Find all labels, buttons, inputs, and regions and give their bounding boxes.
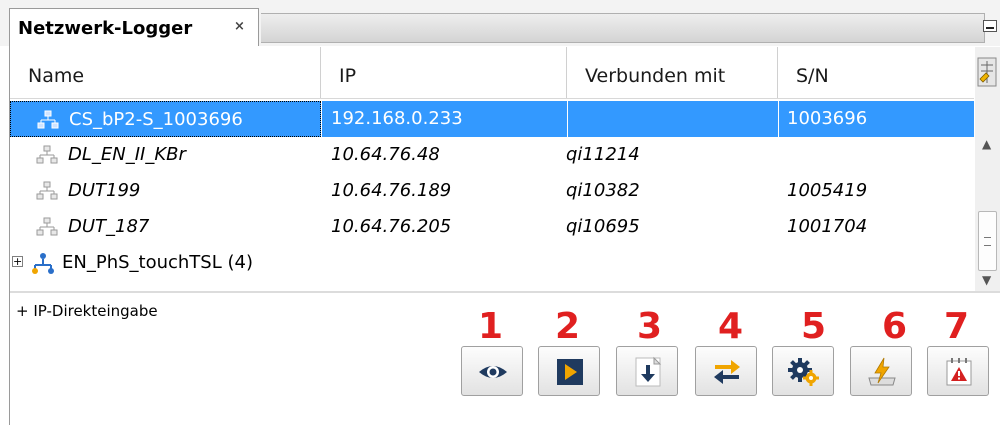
sn-cell: 1003696 bbox=[787, 108, 868, 129]
vertical-scrollbar[interactable]: ▲ ▼ bbox=[975, 47, 1000, 291]
gear-icon bbox=[788, 358, 819, 386]
table-row[interactable]: DL_EN_II_KBr 10.64.76.48 qi11214 bbox=[10, 137, 974, 173]
tab-strip-bar bbox=[261, 13, 985, 43]
name-cell: DL_EN_II_KBr bbox=[10, 137, 321, 173]
annotation-number-1: 1 bbox=[478, 306, 504, 347]
scroll-down-icon[interactable]: ▼ bbox=[982, 273, 991, 287]
tab-netzwerk-logger[interactable]: Netzwerk-Logger × bbox=[9, 8, 259, 46]
sn-cell: 1001704 bbox=[787, 216, 868, 237]
eye-icon bbox=[479, 366, 507, 378]
annotation-number-6: 6 bbox=[882, 306, 908, 347]
network-device-icon bbox=[36, 145, 58, 164]
transfer-button[interactable] bbox=[695, 346, 757, 396]
annotation-number-5: 5 bbox=[801, 306, 827, 347]
view-button[interactable] bbox=[461, 346, 523, 396]
annotation-number-7: 7 bbox=[944, 306, 970, 347]
swap-icon bbox=[714, 360, 740, 384]
column-config-icon[interactable] bbox=[977, 57, 997, 87]
annotation-number-4: 4 bbox=[718, 306, 744, 347]
flash-icon bbox=[868, 357, 896, 386]
cell-divider bbox=[778, 101, 779, 137]
network-device-icon bbox=[36, 217, 58, 236]
ip-cell: 10.64.76.205 bbox=[331, 216, 452, 237]
ip-cell: 10.64.76.48 bbox=[331, 144, 440, 165]
start-button[interactable] bbox=[538, 346, 600, 396]
device-name: DUT199 bbox=[68, 180, 141, 201]
cell-divider bbox=[567, 101, 568, 137]
column-header-connected[interactable]: Verbunden mit bbox=[567, 47, 778, 99]
device-name: DUT_187 bbox=[68, 216, 150, 237]
alarm-icon bbox=[946, 358, 972, 386]
network-device-icon bbox=[37, 110, 59, 129]
table-row[interactable]: DUT_187 10.64.76.205 qi10695 1001704 bbox=[10, 209, 974, 245]
column-header-name[interactable]: Name bbox=[10, 47, 321, 99]
network-device-icon bbox=[36, 181, 58, 200]
ip-cell: 192.168.0.233 bbox=[331, 108, 463, 129]
name-cell: CS_bP2-S_1003696 bbox=[10, 101, 321, 137]
tab-title: Netzwerk-Logger bbox=[18, 18, 193, 39]
name-cell: DUT199 bbox=[10, 173, 321, 209]
settings-button[interactable] bbox=[772, 346, 834, 396]
tab-strip: Netzwerk-Logger × bbox=[0, 0, 1000, 46]
device-name: CS_bP2-S_1003696 bbox=[69, 109, 243, 130]
scroll-up-icon[interactable]: ▲ bbox=[982, 137, 991, 151]
sn-cell: 1005419 bbox=[787, 180, 868, 201]
group-row[interactable]: + EN_PhS_touchTSL (4) bbox=[10, 245, 974, 281]
cell-divider bbox=[321, 101, 322, 137]
expand-plus-icon[interactable]: + bbox=[12, 256, 23, 267]
play-icon bbox=[557, 359, 583, 385]
column-header-ip[interactable]: IP bbox=[321, 47, 567, 99]
flash-button[interactable] bbox=[850, 346, 912, 396]
name-cell: DUT_187 bbox=[10, 209, 321, 245]
tab-close-icon[interactable]: × bbox=[234, 19, 245, 34]
scroll-thumb[interactable] bbox=[978, 211, 997, 271]
download-button[interactable] bbox=[616, 346, 678, 396]
header-divider bbox=[10, 98, 974, 99]
column-header-sn[interactable]: S/N bbox=[778, 47, 974, 99]
network-group-icon bbox=[32, 253, 54, 274]
connected-cell: qi10695 bbox=[566, 216, 640, 237]
group-name: EN_PhS_touchTSL (4) bbox=[62, 252, 253, 273]
table-header: Name IP Verbunden mit S/N bbox=[10, 47, 974, 99]
device-name: DL_EN_II_KBr bbox=[68, 144, 186, 165]
ip-direct-input-toggle[interactable]: + IP-Direkteingabe bbox=[16, 302, 158, 320]
table-row[interactable]: DUT199 10.64.76.189 qi10382 1005419 bbox=[10, 173, 974, 209]
section-divider bbox=[10, 291, 1000, 293]
device-table: Name IP Verbunden mit S/N CS_bP2-S_10036… bbox=[10, 47, 974, 291]
table-row[interactable]: CS_bP2-S_1003696 192.168.0.233 1003696 bbox=[10, 101, 974, 137]
annotation-number-3: 3 bbox=[637, 306, 663, 347]
connected-cell: qi11214 bbox=[566, 144, 640, 165]
ip-cell: 10.64.76.189 bbox=[331, 180, 452, 201]
minimize-button[interactable] bbox=[983, 20, 997, 32]
connected-cell: qi10382 bbox=[566, 180, 640, 201]
annotation-number-2: 2 bbox=[555, 306, 581, 347]
group-name-cell: + EN_PhS_touchTSL (4) bbox=[10, 245, 321, 281]
download-icon bbox=[635, 356, 662, 387]
alarm-button[interactable] bbox=[927, 346, 989, 396]
